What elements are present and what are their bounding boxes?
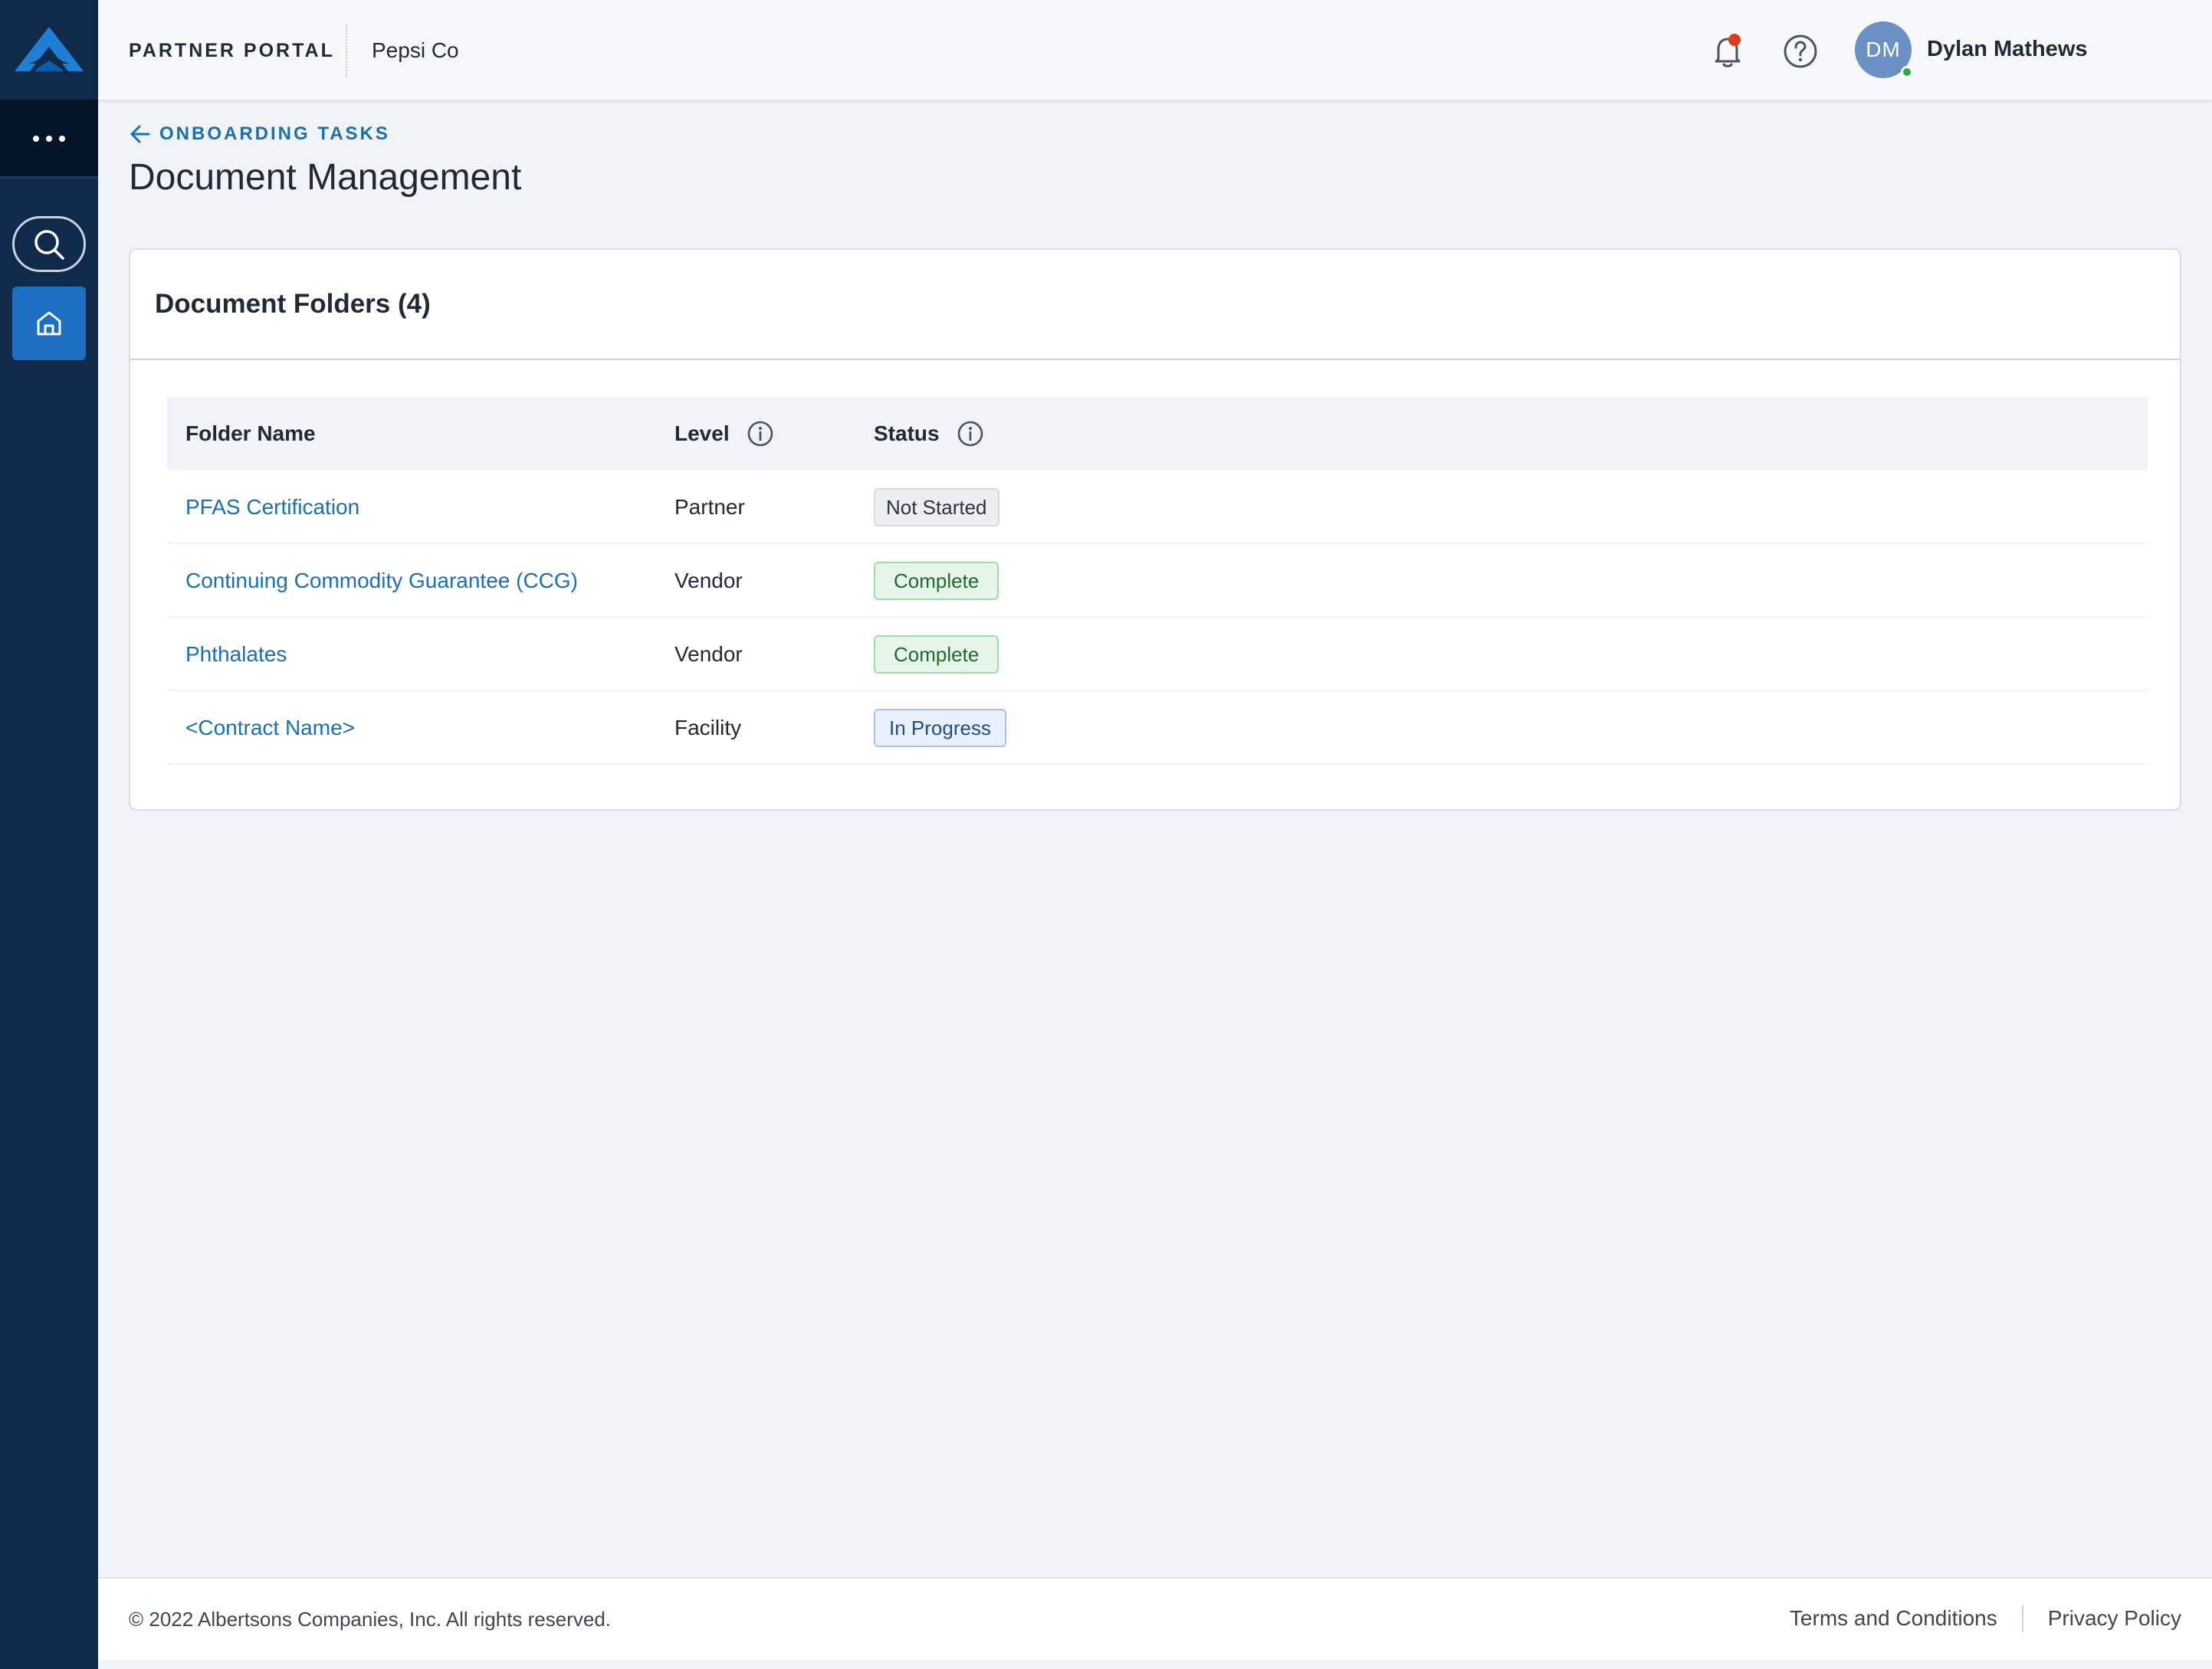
search-icon xyxy=(34,229,64,260)
column-header-label: Level xyxy=(674,421,730,445)
table-row: <Contract Name> Facility In Progress xyxy=(167,691,2148,765)
status-badge: In Progress xyxy=(874,709,1006,747)
card-title: Document Folders (4) xyxy=(155,289,431,319)
portal-label: PARTNER PORTAL xyxy=(129,40,335,61)
sidebar xyxy=(0,0,98,1669)
level-cell: Partner xyxy=(674,495,745,519)
table-header: Folder Name Level Status xyxy=(167,397,2148,471)
document-folders-card: Document Folders (4) Folder Name Level S… xyxy=(129,248,2181,811)
help-circle-icon xyxy=(1784,34,1817,68)
status-badge: Complete xyxy=(874,562,999,600)
back-to-onboarding-tasks-link[interactable]: ONBOARDING TASKS xyxy=(129,121,390,147)
column-header-label: Status xyxy=(874,421,940,445)
bell-icon xyxy=(1715,38,1741,67)
column-header-level[interactable]: Level xyxy=(674,397,774,471)
level-cell: Facility xyxy=(674,716,742,739)
card-header: Document Folders (4) xyxy=(130,250,2180,360)
footer-divider xyxy=(2021,1605,2023,1632)
app-root: PARTNER PORTAL Pepsi Co DM Dylan Mathews… xyxy=(0,0,2212,1669)
logo-area[interactable] xyxy=(0,0,98,100)
status-badge: Complete xyxy=(874,635,999,674)
back-link-label: ONBOARDING TASKS xyxy=(159,123,390,144)
column-header-label: Folder Name xyxy=(185,421,316,445)
table-row: Continuing Commodity Guarantee (CCG) Ven… xyxy=(167,544,2148,618)
albertsons-logo-icon xyxy=(15,26,84,71)
help-button[interactable] xyxy=(1780,31,1821,72)
column-header-folder-name[interactable]: Folder Name xyxy=(185,397,316,471)
notifications-button[interactable] xyxy=(1707,31,1748,72)
arrow-left-icon xyxy=(130,125,150,143)
home-button[interactable] xyxy=(12,287,86,360)
search-button[interactable] xyxy=(12,216,86,272)
footer: © 2022 Albertsons Companies, Inc. All ri… xyxy=(98,1577,2212,1660)
copyright-text: © 2022 Albertsons Companies, Inc. All ri… xyxy=(129,1608,612,1631)
more-horizontal-icon xyxy=(33,135,65,142)
folder-link[interactable]: Phthalates xyxy=(185,642,287,667)
terms-link[interactable]: Terms and Conditions xyxy=(1790,1606,1997,1631)
table-row: Phthalates Vendor Complete xyxy=(167,618,2148,691)
company-name: Pepsi Co xyxy=(372,38,459,62)
info-icon[interactable] xyxy=(747,420,774,448)
folder-link[interactable]: <Contract Name> xyxy=(185,716,355,740)
column-header-status[interactable]: Status xyxy=(874,397,984,471)
online-status-indicator xyxy=(1901,66,1913,78)
folders-table: Folder Name Level Status PFAS Certificat… xyxy=(167,397,2148,765)
user-name[interactable]: Dylan Mathews xyxy=(1927,37,2088,62)
status-badge: Not Started xyxy=(874,488,999,526)
home-icon xyxy=(37,311,61,336)
level-cell: Vendor xyxy=(674,569,743,592)
folder-link[interactable]: PFAS Certification xyxy=(185,495,359,520)
footer-links: Terms and Conditions Privacy Policy xyxy=(1790,1605,2181,1632)
level-cell: Vendor xyxy=(674,642,743,666)
page-title: Document Management xyxy=(129,157,522,198)
privacy-link[interactable]: Privacy Policy xyxy=(2048,1606,2181,1631)
notification-badge xyxy=(1728,34,1741,46)
more-menu-button[interactable] xyxy=(0,100,98,179)
table-row: PFAS Certification Partner Not Started xyxy=(167,471,2148,544)
folder-link[interactable]: Continuing Commodity Guarantee (CCG) xyxy=(185,569,578,593)
info-icon[interactable] xyxy=(957,420,984,448)
header-divider xyxy=(346,25,347,77)
